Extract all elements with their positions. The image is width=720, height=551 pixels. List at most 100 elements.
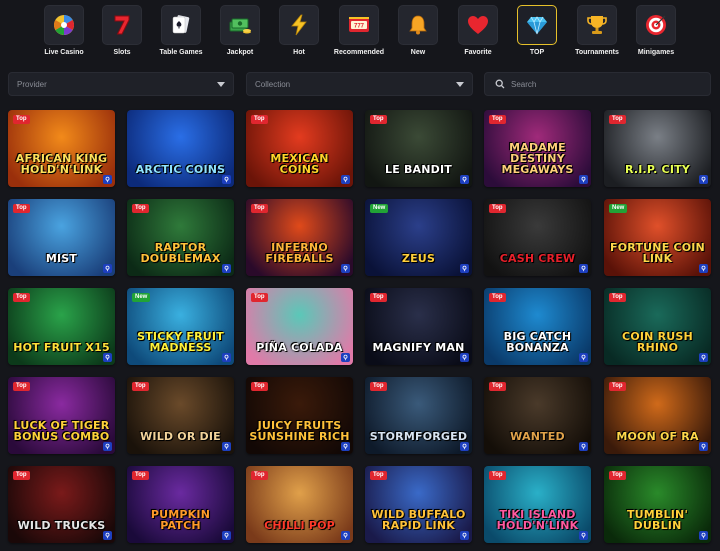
top-badge: Top [370, 471, 387, 480]
game-title: PUMPKIN PATCH [150, 508, 211, 532]
provider-logo-icon [579, 353, 588, 362]
game-title: PIÑA COLADA [256, 341, 343, 354]
top-badge: Top [609, 382, 626, 391]
category-slots[interactable]: Slots [90, 5, 154, 63]
game-tile[interactable]: Top MADAME DESTINY MEGAWAYS [484, 110, 591, 187]
category-label: Favorite [464, 49, 492, 56]
game-tile[interactable]: Top MIST [8, 199, 115, 276]
diamond-icon [517, 5, 557, 45]
top-badge: Top [489, 204, 506, 213]
category-minigames[interactable]: Minigames [624, 5, 688, 63]
game-tile[interactable]: Top STORMFORGED [365, 377, 472, 454]
provider-logo-icon [341, 264, 350, 273]
slot-machine-icon: 777 [339, 5, 379, 45]
game-title: WANTED [510, 430, 565, 443]
top-badge: Top [13, 115, 30, 124]
category-new[interactable]: New [386, 5, 450, 63]
game-title: COIN RUSH RHINO [622, 330, 693, 354]
provider-select[interactable]: Provider [8, 72, 234, 96]
game-tile[interactable]: Top WILD OR DIE [127, 377, 234, 454]
game-title: WILD TRUCKS [17, 519, 106, 532]
game-title: WILD OR DIE [140, 430, 221, 443]
top-badge: Top [13, 471, 30, 480]
game-tile[interactable]: Top JUICY FRUITS SUNSHINE RICH [246, 377, 353, 454]
category-favorite[interactable]: Favorite [446, 5, 510, 63]
chevron-down-icon [217, 81, 225, 87]
game-tile[interactable]: Top RAPTOR DOUBLEMAX [127, 199, 234, 276]
provider-logo-icon [579, 531, 588, 540]
game-title: STICKY FRUIT MADNESS [137, 330, 224, 354]
category-tournaments[interactable]: Tournaments [565, 5, 629, 63]
provider-logo-icon [579, 264, 588, 273]
provider-logo-icon [460, 264, 469, 273]
provider-logo-icon [579, 175, 588, 184]
game-tile[interactable]: Top MEXICAN COINS [246, 110, 353, 187]
game-tile[interactable]: Top HOT FRUIT X15 [8, 288, 115, 365]
game-tile[interactable]: Top MOON OF RA [604, 377, 711, 454]
game-tile[interactable]: Top WANTED [484, 377, 591, 454]
game-title: INFERNO FIREBALLS [265, 241, 334, 265]
game-tile[interactable]: New ZEUS [365, 199, 472, 276]
game-title: TUMBLIN' DUBLIN [626, 508, 689, 532]
game-tile[interactable]: Top PUMPKIN PATCH [127, 466, 234, 543]
search-input[interactable] [511, 79, 710, 89]
provider-logo-icon [222, 353, 231, 362]
money-stack-icon [220, 5, 260, 45]
category-label: Hot [293, 49, 305, 56]
game-title: HOT FRUIT X15 [13, 341, 110, 354]
game-tile[interactable]: Top CASH CREW [484, 199, 591, 276]
game-tile[interactable]: Top PIÑA COLADA [246, 288, 353, 365]
game-tile[interactable]: Top LUCK OF TIGER BONUS COMBO [8, 377, 115, 454]
game-tile[interactable]: Top AFRICAN KING HOLD'N'LINK [8, 110, 115, 187]
category-label: Table Games [159, 49, 203, 56]
lucky-seven-icon [102, 5, 142, 45]
category-hot[interactable]: Hot [267, 5, 331, 63]
category-label: TOP [529, 49, 545, 56]
game-tile[interactable]: New STICKY FRUIT MADNESS [127, 288, 234, 365]
category-top[interactable]: TOP [505, 5, 569, 63]
game-tile[interactable]: Top BIG CATCH BONANZA [484, 288, 591, 365]
game-tile[interactable]: New FORTUNE COIN LINK [604, 199, 711, 276]
game-tile[interactable]: Top MAGNIFY MAN [365, 288, 472, 365]
game-title: FORTUNE COIN LINK [610, 241, 705, 265]
game-tile[interactable]: Top WILD BUFFALO RAPID LINK [365, 466, 472, 543]
game-tile[interactable]: Top CHILLI POP [246, 466, 353, 543]
new-badge: New [132, 293, 151, 302]
provider-logo-icon [222, 531, 231, 540]
game-tile[interactable]: Top INFERNO FIREBALLS [246, 199, 353, 276]
top-badge: Top [489, 293, 506, 302]
category-label: Slots [113, 49, 131, 56]
search-icon [495, 79, 505, 89]
lightning-icon [279, 5, 319, 45]
category-live-casino[interactable]: Live Casino [32, 5, 96, 63]
game-tile[interactable]: Top LE BANDIT [365, 110, 472, 187]
target-icon [636, 5, 676, 45]
provider-logo-icon [341, 353, 350, 362]
top-badge: Top [251, 115, 268, 124]
provider-logo-icon [222, 264, 231, 273]
category-recommended[interactable]: 777 Recommended [327, 5, 391, 63]
top-badge: Top [13, 382, 30, 391]
game-tile[interactable]: Top COIN RUSH RHINO [604, 288, 711, 365]
game-title: LE BANDIT [385, 163, 452, 176]
category-table-games[interactable]: Table Games [149, 5, 213, 63]
provider-logo-icon [699, 175, 708, 184]
game-tile[interactable]: Top R.I.P. CITY [604, 110, 711, 187]
provider-logo-icon [699, 442, 708, 451]
game-tile[interactable]: ARCTIC COINS [127, 110, 234, 187]
collection-select[interactable]: Collection [246, 72, 473, 96]
provider-logo-icon [341, 442, 350, 451]
provider-logo-icon [103, 531, 112, 540]
top-badge: Top [609, 115, 626, 124]
game-tile[interactable]: Top TUMBLIN' DUBLIN [604, 466, 711, 543]
game-tile[interactable]: Top TIKI ISLAND HOLD'N'LINK [484, 466, 591, 543]
provider-placeholder: Provider [17, 79, 47, 89]
game-tile[interactable]: Top WILD TRUCKS [8, 466, 115, 543]
top-badge: Top [132, 382, 149, 391]
new-badge: New [609, 204, 628, 213]
provider-logo-icon [460, 531, 469, 540]
game-title: STORMFORGED [369, 430, 468, 443]
chevron-down-icon [456, 81, 464, 87]
provider-logo-icon [460, 442, 469, 451]
category-jackpot[interactable]: Jackpot [208, 5, 272, 63]
